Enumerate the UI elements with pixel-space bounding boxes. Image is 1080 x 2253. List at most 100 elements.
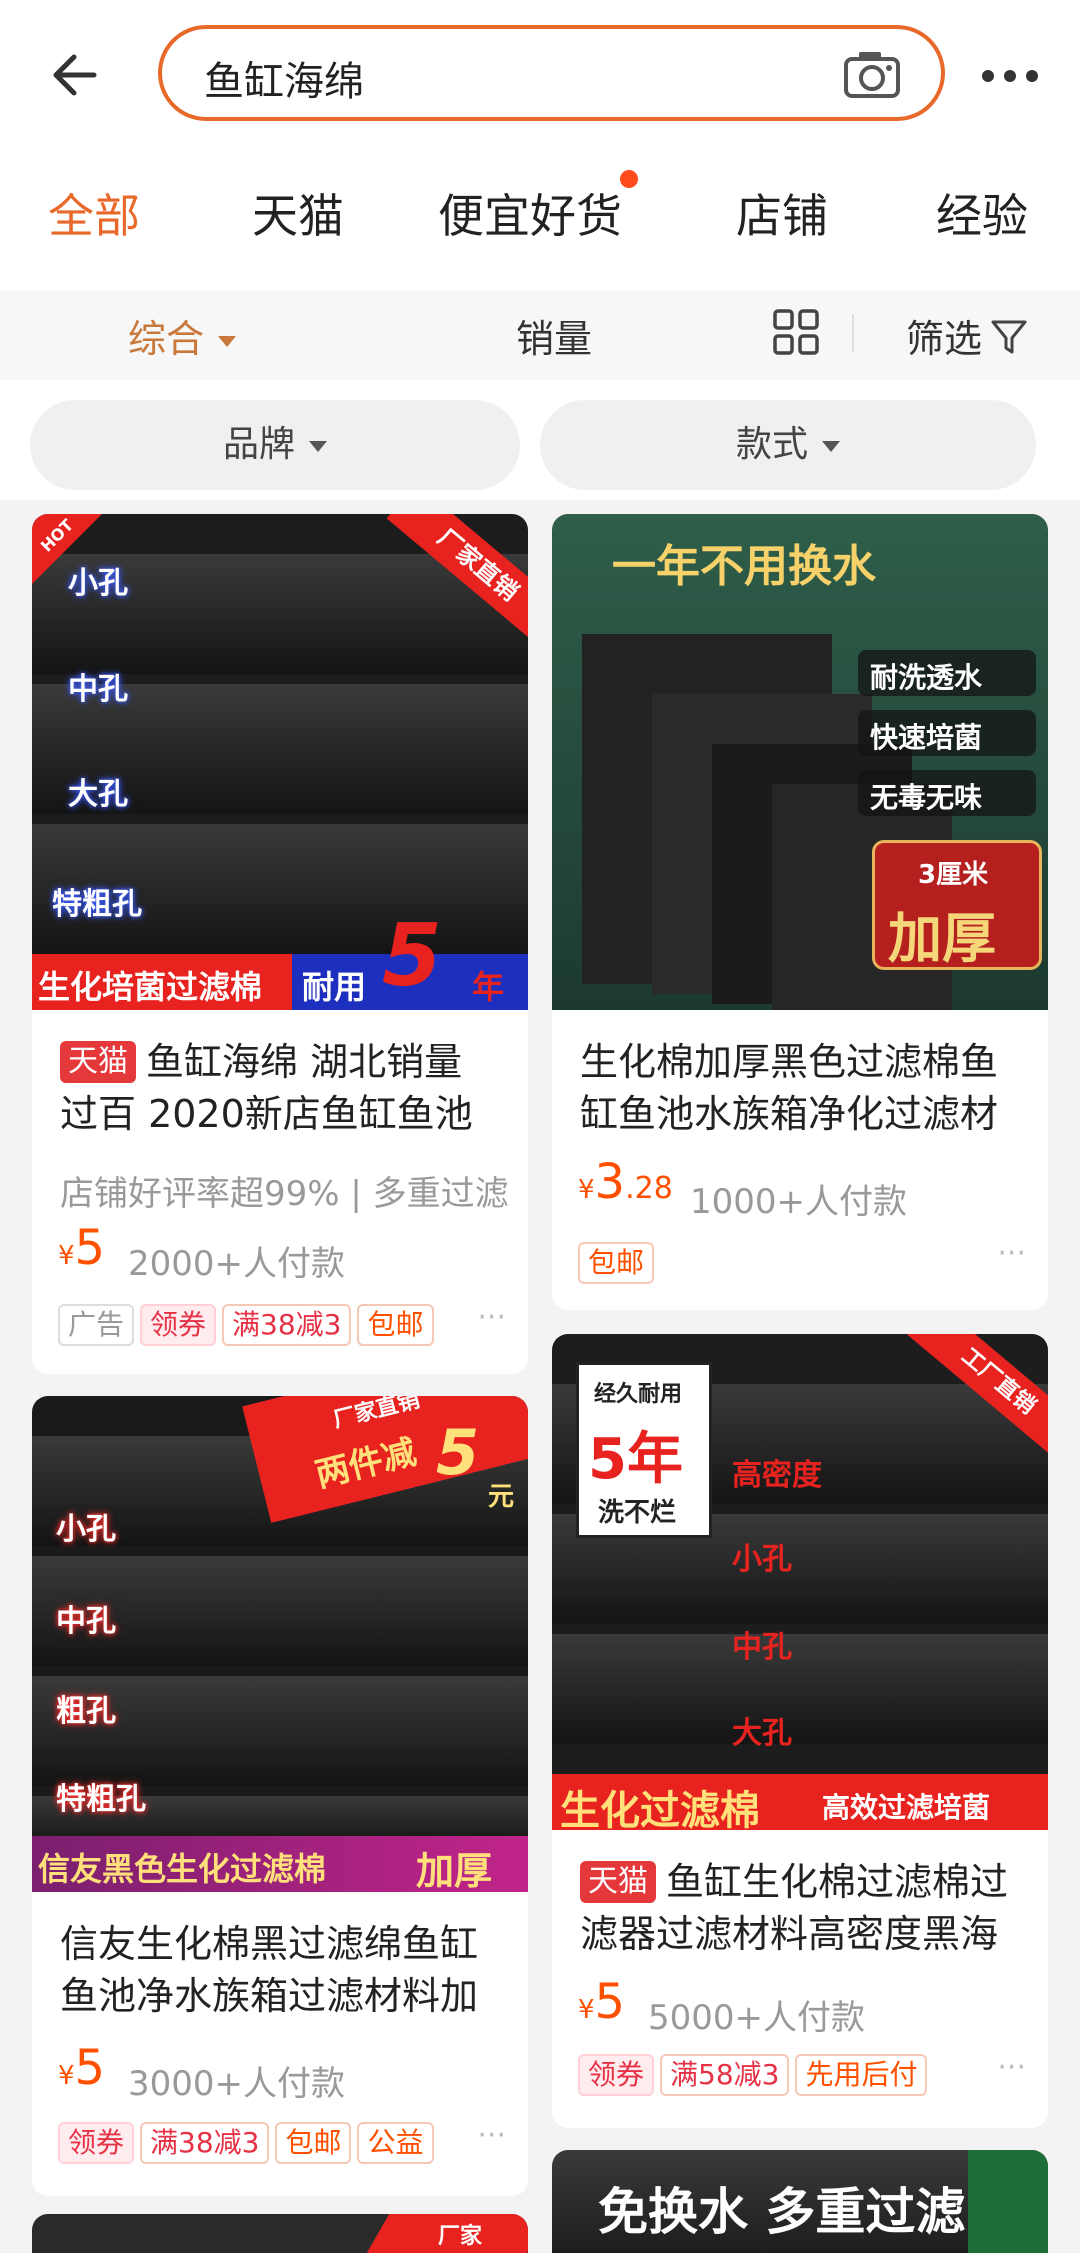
product-card[interactable]: 厂家 [32,2214,528,2253]
product-price: ¥5 [58,1220,105,1276]
coupon-tag[interactable]: 领券 [58,2122,135,2164]
product-price: ¥5 [578,1974,625,2030]
five-year-label: 5年 [588,1427,683,1492]
more-icon[interactable] [980,60,1040,86]
product-image[interactable]: HOT 厂家直销 小孔 中孔 大孔 特粗孔 生化培菌过滤棉 耐用 5 年 [32,514,528,1010]
product-card[interactable]: 一年不用换水 耐洗透水 快速培菌 无毒无味 3厘米 加厚 生化棉加厚黑色过滤棉鱼… [552,514,1048,1310]
category-tabs: 全部 天猫 便宜好货 店铺 经验 [0,168,1080,248]
product-card[interactable]: 厂家直销 两件减 5 元 小孔 中孔 粗孔 特粗孔 信友黑色生化过滤棉 加厚 信… [32,1396,528,2196]
small-hole-label: 小孔 [56,1512,116,1547]
product-image[interactable]: 厂家直销 两件减 5 元 小孔 中孔 粗孔 特粗孔 信友黑色生化过滤棉 加厚 [32,1396,528,1892]
price-integer: 3 [594,1154,626,1210]
product-image[interactable]: 经久耐用 5年 洗不烂 工厂直销 高密度 小孔 中孔 大孔 生化过滤棉 高效过滤… [552,1334,1048,1830]
currency-symbol: ¥ [578,1175,595,1205]
sort-sales[interactable]: 销量 [516,308,592,363]
ad-tag: 广告 [58,1304,135,1346]
durable-label: 经久耐用 [594,1382,683,1407]
image-caption: 生化培菌过滤棉 [38,968,263,1006]
charity-tag: 公益 [357,2122,434,2164]
currency-symbol: ¥ [578,1995,595,2025]
tab-shops[interactable]: 店铺 [736,180,828,246]
free-shipping-tag: 包邮 [275,2122,352,2164]
product-title[interactable]: 生化棉加厚黑色过滤棉鱼缸鱼池水族箱净化过滤材 [580,1036,1020,1140]
grid-view-icon[interactable] [772,308,820,356]
filter-icon[interactable] [990,318,1028,356]
small-hole-label: 小孔 [732,1542,792,1577]
image-caption: 生化过滤棉 [560,1788,760,1830]
coarse-hole-label: 粗孔 [56,1694,116,1729]
more-options-icon[interactable]: ··· [997,1236,1026,1271]
brand-filter-chip[interactable]: 品牌 [30,400,520,490]
sold-count: 1000+人付款 [690,1182,908,1222]
search-input[interactable]: 鱼缸海绵 [158,25,945,121]
tag-row: 广告 领券 满38减3 包邮 [58,1304,434,1346]
product-price: ¥3.28 [578,1154,673,1210]
factory-direct-label: 厂家 [438,2224,483,2249]
sort-bar: 综合 销量 筛选 [0,290,1080,380]
sold-count: 2000+人付款 [128,1244,346,1284]
extra-coarse-hole-label: 特粗孔 [56,1782,146,1817]
caret-down-icon [218,336,237,347]
image-headline: 一年不用换水 [612,541,876,592]
search-query[interactable]: 鱼缸海绵 [204,49,364,107]
five-number: 5 [382,906,442,1006]
year-label: 年 [472,968,505,1006]
tab-cheap-goods[interactable]: 便宜好货 [438,180,622,246]
more-options-icon[interactable]: ··· [477,2118,506,2153]
product-subtitle: 店铺好评率超99% | 多重过滤 [60,1174,509,1214]
price-integer: 5 [74,1220,106,1276]
tab-experience[interactable]: 经验 [936,180,1028,246]
wash-label: 洗不烂 [598,1498,677,1528]
thickened-label: 加厚 [416,1849,493,1892]
more-options-icon[interactable]: ··· [477,1300,506,1335]
coupon-tag[interactable]: 领券 [578,2054,655,2096]
feature-label: 耐洗透水 [870,661,983,694]
notification-dot [620,170,638,188]
product-card[interactable]: 免换水 多重过滤 [552,2150,1048,2253]
more-options-icon[interactable]: ··· [997,2050,1026,2085]
camera-icon[interactable] [843,49,901,99]
coupon-tag[interactable]: 领券 [140,1304,217,1346]
sort-comprehensive[interactable]: 综合 [128,308,237,363]
back-arrow-icon[interactable] [48,40,108,110]
product-image[interactable]: 厂家 [32,2214,528,2253]
product-title-block[interactable]: 天猫 鱼缸海绵 湖北销量过百 2020新店鱼缸鱼池 [60,1036,500,1140]
product-image[interactable]: 免换水 多重过滤 [552,2150,1048,2253]
feature-label: 快速培菌 [870,721,983,754]
price-decimal: .28 [625,1171,673,1206]
extra-large-hole-label: 特粗孔 [52,887,142,922]
durable-label: 耐用 [302,968,367,1006]
tmall-badge: 天猫 [580,1861,656,1903]
tag-row: 领券 满38减3 包邮 公益 [58,2122,434,2164]
tag-row: 包邮 [578,1242,655,1284]
yuan-label: 元 [488,1482,515,1512]
currency-symbol: ¥ [58,1241,75,1271]
product-title-block[interactable]: 天猫 鱼缸生化棉过滤棉过滤器过滤材料高密度黑海 [580,1856,1020,1960]
free-shipping-tag: 包邮 [357,1304,434,1346]
medium-hole-label: 中孔 [732,1630,792,1665]
sort-comprehensive-label: 综合 [128,317,205,361]
filter-button[interactable]: 筛选 [906,308,982,363]
tag-row: 领券 满58减3 先用后付 [578,2054,928,2096]
discount-tag: 满38减3 [222,1304,352,1346]
tmall-badge: 天猫 [60,1041,136,1083]
promo-number: 5 [436,1416,480,1489]
product-card[interactable]: 经久耐用 5年 洗不烂 工厂直销 高密度 小孔 中孔 大孔 生化过滤棉 高效过滤… [552,1334,1048,2128]
medium-hole-label: 中孔 [68,672,128,707]
product-card[interactable]: HOT 厂家直销 小孔 中孔 大孔 特粗孔 生化培菌过滤棉 耐用 5 年 天猫鱼… [32,514,528,1374]
style-filter-chip[interactable]: 款式 [540,400,1036,490]
style-chip-label: 款式 [735,424,808,465]
product-price: ¥5 [58,2040,105,2096]
tab-all[interactable]: 全部 [48,180,140,246]
product-title[interactable]: 信友生化棉黑过滤绵鱼缸鱼池净水族箱过滤材料加 [60,1918,500,2022]
tab-tmall[interactable]: 天猫 [252,180,344,246]
product-image[interactable]: 一年不用换水 耐洗透水 快速培菌 无毒无味 3厘米 加厚 [552,514,1048,1010]
currency-symbol: ¥ [58,2061,75,2091]
sold-count: 5000+人付款 [648,1998,866,2038]
high-density-label: 高密度 [732,1458,822,1493]
feature-label: 无毒无味 [870,781,983,814]
free-shipping-tag: 包邮 [578,1242,655,1284]
small-hole-label: 小孔 [68,566,128,601]
thickened-label: 加厚 [888,907,996,970]
divider [852,314,854,352]
